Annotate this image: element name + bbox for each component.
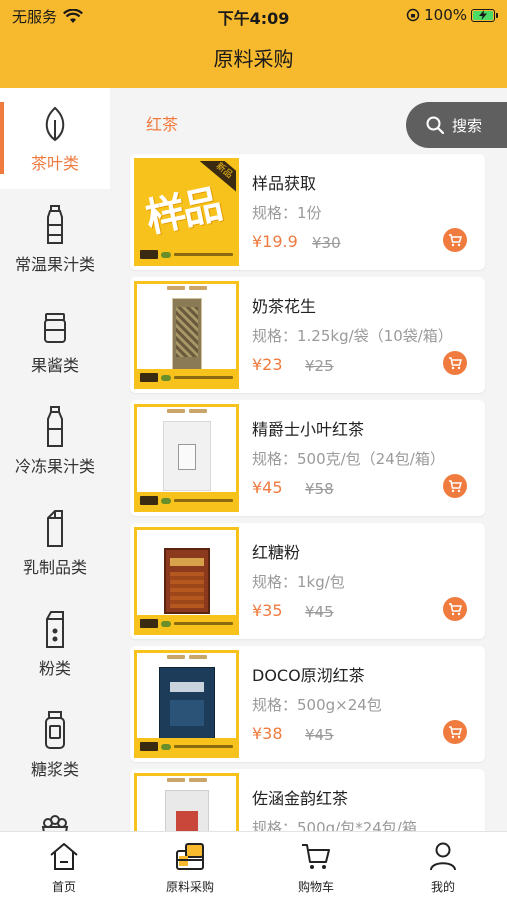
sidebar-item-frozen-juice[interactable]: 冷冻果汁类 [0,391,110,492]
subcategory-title: 红茶 [146,115,179,134]
battery-icon [471,8,498,22]
category-sidebar: 茶叶类 常温果汁类 果酱类 冷冻果汁类 乳制品类 粉类 糖浆类 [0,88,110,831]
product-image [134,650,239,758]
cart-icon [449,479,462,492]
product-original-price: ¥45 [305,726,334,744]
product-original-price: ¥58 [305,480,334,498]
product-price: ¥35 [252,601,283,620]
sidebar-item-dairy[interactable]: 乳制品类 [0,492,110,593]
product-spec: 规格：500g×24包 [252,696,382,714]
add-to-cart-button[interactable] [443,720,467,744]
tab-label: 首页 [51,880,76,894]
product-spec: 规格：1.25kg/袋（10袋/箱） [252,327,453,345]
add-to-cart-button[interactable] [443,228,467,252]
cart-icon [449,233,462,246]
search-button[interactable]: 搜索 [406,102,507,148]
product-image [134,404,239,512]
sidebar-item-label: 果酱类 [30,356,79,375]
sidebar-item-syrup[interactable]: 糖浆类 [0,694,110,795]
product-card[interactable]: 红糖粉 规格：1kg/包 ¥35 ¥45 [130,523,485,639]
sidebar-item-label: 糖浆类 [30,760,79,779]
tab-label: 我的 [430,880,455,894]
product-spec: 规格：1kg/包 [252,573,345,591]
add-to-cart-button[interactable] [443,474,467,498]
sidebar-item-more[interactable] [0,795,110,831]
product-image [134,281,239,389]
product-spec: 规格：500克/包（24包/箱） [252,450,445,468]
product-image: 样品 新品 [134,158,239,266]
sidebar-item-label: 常温果汁类 [14,255,95,274]
product-list-panel: 红茶 搜索 样品 新品 样品获取 规格：1份 ¥19.9 ¥30 奶茶花生 规格… [110,88,507,831]
add-to-cart-button[interactable] [443,351,467,375]
cart-icon [449,725,462,738]
sidebar-item-label: 茶叶类 [30,154,79,173]
cart-icon [449,356,462,369]
status-right: 100% [406,6,498,24]
tab-purchase[interactable]: 原料采购 [127,840,253,898]
product-card[interactable]: 样品 新品 样品获取 规格：1份 ¥19.9 ¥30 [130,154,485,270]
orientation-lock-icon [406,8,420,22]
syrup-jar-icon [45,711,65,749]
home-icon [50,843,78,870]
battery-percent: 100% [424,6,467,24]
sidebar-item-tea[interactable]: 茶叶类 [0,88,110,189]
sidebar-item-label: 乳制品类 [22,558,87,577]
product-card[interactable]: DOCO原沏红茶 规格：500g×24包 ¥38 ¥45 [130,646,485,762]
cart-icon [302,844,330,869]
milk-carton-icon [47,510,63,547]
water-bottle-icon [47,406,63,447]
product-name: 红糖粉 [252,543,301,562]
bottle-icon [47,205,63,244]
cart-icon [449,602,462,615]
product-name: DOCO原沏红茶 [252,666,365,685]
product-price: ¥23 [252,355,283,374]
status-bar: 无服务 下午4:09 100% [0,0,507,30]
sidebar-item-jam[interactable]: 果酱类 [0,290,110,391]
tab-profile[interactable]: 我的 [380,840,506,898]
leaf-icon [45,106,65,142]
product-original-price: ¥30 [312,234,341,252]
sidebar-item-powder[interactable]: 粉类 [0,593,110,694]
product-card[interactable]: 佐涵金韵红茶 规格：500g/包*24包/箱 [130,769,485,831]
product-card[interactable]: 精爵士小叶红茶 规格：500克/包（24包/箱） ¥45 ¥58 [130,400,485,516]
tab-label: 原料采购 [165,880,214,894]
sidebar-item-label: 冷冻果汁类 [14,457,95,476]
product-price: ¥45 [252,478,283,497]
sidebar-item-label: 粉类 [38,659,71,678]
product-name: 精爵士小叶红茶 [252,420,365,439]
product-name: 样品获取 [252,174,317,193]
purchase-icon [176,843,204,870]
product-spec: 规格：500g/包*24包/箱 [252,819,417,831]
page-title: 原料采购 [213,47,294,71]
product-price: ¥38 [252,724,283,743]
product-name: 佐涵金韵红茶 [252,789,349,808]
user-icon [430,842,456,871]
powder-box-icon [46,611,64,648]
search-label: 搜索 [452,116,483,135]
product-spec: 规格：1份 [252,204,322,222]
product-image [134,773,239,831]
product-card[interactable]: 奶茶花生 规格：1.25kg/袋（10袋/箱） ¥23 ¥25 [130,277,485,393]
tab-label: 购物车 [297,880,334,894]
tab-cart[interactable]: 购物车 [253,840,379,898]
sidebar-item-ambient-juice[interactable]: 常温果汁类 [0,189,110,290]
product-image [134,527,239,635]
fruit-basket-icon [41,815,69,831]
product-name: 奶茶花生 [252,297,317,316]
header: 无服务 下午4:09 100% 原料采购 [0,0,507,88]
product-original-price: ¥25 [305,357,334,375]
product-original-price: ¥45 [305,603,334,621]
search-icon [426,116,444,134]
bottom-tab-bar: 首页 原料采购 购物车 我的 [0,831,507,900]
product-price: ¥19.9 [252,232,298,251]
add-to-cart-button[interactable] [443,597,467,621]
tab-home[interactable]: 首页 [1,840,127,898]
jar-icon [44,313,66,343]
